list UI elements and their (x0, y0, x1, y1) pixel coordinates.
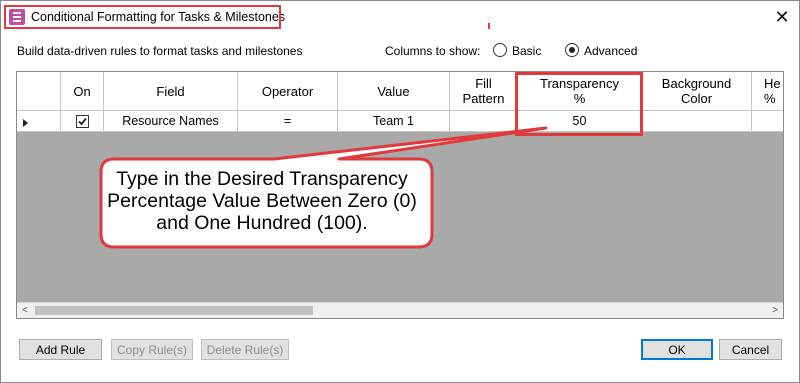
ok-button[interactable]: OK (641, 339, 713, 360)
copy-rules-button[interactable]: Copy Rule(s) (111, 339, 193, 360)
add-rule-button[interactable]: Add Rule (19, 339, 102, 360)
cancel-button[interactable]: Cancel (719, 339, 782, 360)
conditional-formatting-dialog: Conditional Formatting for Tasks & Miles… (0, 0, 800, 383)
callout-text: Type in the Desired Transparency Percent… (107, 168, 417, 234)
delete-rules-button[interactable]: Delete Rule(s) (201, 339, 289, 360)
